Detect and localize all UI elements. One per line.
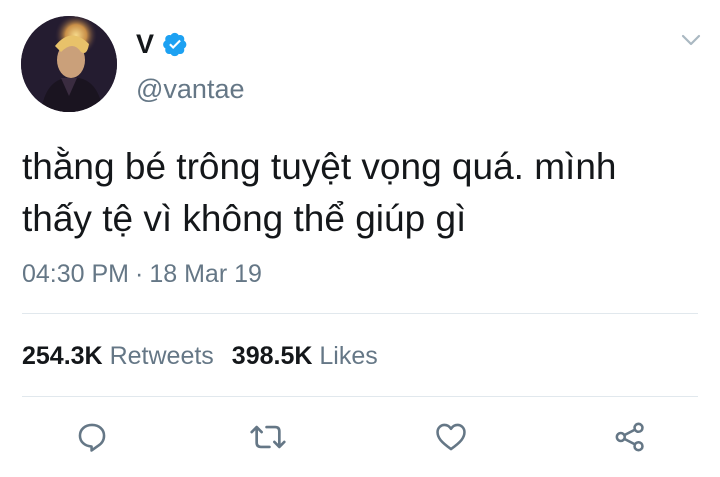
retweet-button[interactable]	[248, 414, 288, 460]
like-button[interactable]	[431, 414, 471, 460]
likes-count: 398.5K	[231, 342, 313, 370]
engagement-stats: 254.3K Retweets 398.5K Likes	[22, 341, 378, 371]
share-button[interactable]	[610, 414, 650, 460]
retweets-label: Retweets	[109, 342, 214, 370]
chevron-down-icon[interactable]	[680, 32, 702, 48]
likes-label: Likes	[319, 342, 378, 370]
tweet-text: thằng bé trông tuyệt vọng quá. mình thấy…	[22, 141, 702, 245]
author-row: V	[136, 26, 188, 62]
avatar[interactable]	[21, 16, 117, 112]
user-handle[interactable]: @vantae	[136, 76, 244, 103]
divider	[22, 396, 698, 397]
likes-stat[interactable]: 398.5K Likes	[232, 342, 378, 370]
retweets-stat[interactable]: 254.3K Retweets	[22, 342, 214, 370]
retweets-count: 254.3K	[22, 342, 103, 370]
tweet-text-line: thằng bé trông tuyệt vọng quá. mình	[22, 146, 617, 187]
reply-icon	[78, 423, 106, 452]
divider	[22, 313, 698, 314]
share-icon	[615, 422, 644, 452]
verified-badge-icon	[162, 31, 188, 57]
tweet-actions	[0, 414, 720, 460]
timestamp[interactable]: 04:30 PM · 18 Mar 19	[22, 259, 262, 289]
tweet-text-line: thấy tệ vì không thể giúp gì	[22, 198, 467, 239]
reply-button[interactable]	[72, 414, 112, 460]
tweet-card: V @vantae thằng bé trông tuyệt vọng quá.…	[0, 0, 720, 477]
heart-icon	[436, 423, 466, 451]
tweet-date: 18 Mar 19	[149, 260, 262, 288]
retweet-icon	[250, 425, 286, 449]
tweet-time: 04:30 PM	[22, 260, 130, 288]
timestamp-separator: ·	[135, 260, 144, 288]
display-name[interactable]: V	[136, 30, 154, 58]
avatar-image	[21, 16, 117, 112]
